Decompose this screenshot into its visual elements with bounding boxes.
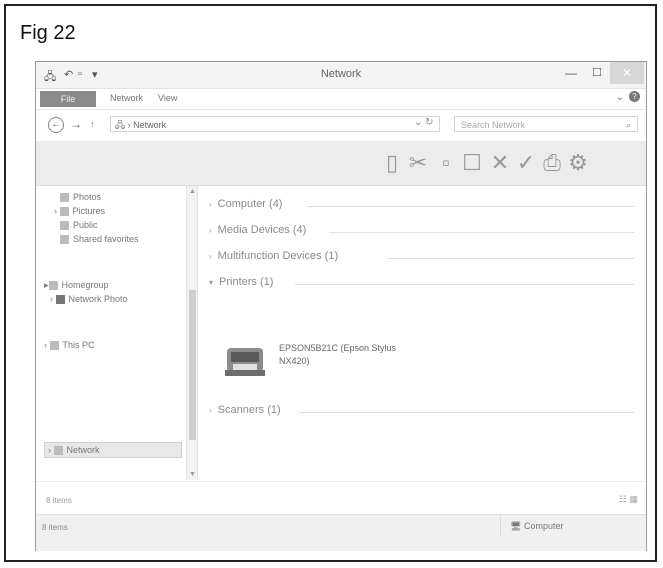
ribbon-tabs: File Network View ⌄ ? [36,89,646,110]
nav-item-pictures[interactable]: › Pictures [54,206,106,217]
nav-item-label: Shared favorites [73,234,139,244]
collapsed-arrow-icon: › [209,406,212,415]
address-bar[interactable]: 🖧 › Network [110,116,440,132]
nav-item-label: Network Photo [68,294,128,304]
group-label: Scanners (1) [217,404,281,416]
nav-item-public[interactable]: Public [60,220,98,231]
refresh-icon[interactable]: ⌄ ↻ [414,117,434,128]
item-count: 8 items [46,496,72,505]
group-scanners[interactable]: › Scanners (1) [209,404,281,416]
nav-item-shared-favorites[interactable]: Shared favorites [60,234,139,245]
group-label: Media Devices (4) [217,224,307,236]
figure-label: Fig 22 [20,22,76,44]
help-icon[interactable]: ? [629,91,640,102]
homegroup-icon [48,281,58,291]
navigation-pane: Photos › Pictures Public Shared favorite… [36,186,186,480]
nav-item-label: Network [66,445,100,455]
group-label: Computer (4) [217,198,283,210]
properties-icon[interactable]: ▯ [380,150,404,176]
nav-item-label: Photos [73,192,102,202]
scroll-thumb[interactable] [189,290,196,440]
group-label: Printers (1) [219,276,274,288]
group-multifunction-devices[interactable]: › Multifunction Devices (1) [209,250,338,262]
content-area: › Computer (4) › Media Devices (4) › Multif… [199,186,646,480]
computer-zone: 🖥 Computer [510,521,563,532]
maximize-button[interactable]: ☐ [586,62,608,84]
collapsed-arrow-icon: › [209,252,212,261]
print-icon[interactable]: ⎙ [540,150,564,176]
group-divider [295,284,634,285]
new-window-icon[interactable]: ☐ [460,150,484,176]
folder-icon [60,221,69,231]
printer-name-line1: EPSON5B21C (Epson Stylus [279,343,397,353]
group-divider [329,232,634,233]
collapsed-arrow-icon: › [209,226,212,235]
minimize-button[interactable]: — [558,62,584,84]
nav-item-label: Public [73,220,98,230]
search-input[interactable]: Search Network ⌕ [454,116,638,132]
network-photo-icon [55,295,65,305]
folder-icon [60,193,69,203]
close-button[interactable]: ✕ [610,62,644,84]
computer-zone-icon: 🖥 [510,521,522,531]
toolbar: ▯ ✂ ▫ ☐ ✕ ✓ ⎙ ⚙ [36,141,646,186]
printer-name[interactable]: EPSON5B21C (Epson Stylus NX420) [279,342,439,368]
address-row: ← → ↑ 🖧 › Network ⌄ ↻ Search Network ⌕ [36,110,646,140]
printer-name-line2: NX420) [279,356,310,366]
tab-network[interactable]: Network [110,93,143,103]
expand-ribbon-icon[interactable]: ⌄ [616,92,624,103]
nav-item-photos[interactable]: Photos [60,192,102,203]
status-bar: 8 items ☷ ▦ [36,481,646,514]
figure-frame: Fig 22 🖧 ↶ ▫ ▾ Network — ☐ ✕ File Networ… [4,4,657,562]
explorer-window: 🖧 ↶ ▫ ▾ Network — ☐ ✕ File Network View … [35,61,647,551]
nav-item-homegroup[interactable]: ▸ Homegroup [44,280,109,291]
breadcrumb-network[interactable]: Network [133,120,166,130]
computer-zone-label: Computer [523,521,564,531]
forward-button[interactable]: → [70,117,82,131]
group-printers[interactable]: ▾ Printers (1) [209,276,273,288]
tab-file[interactable]: File [40,91,96,107]
nav-item-this-pc[interactable]: › This PC [44,340,95,351]
group-divider [387,258,634,259]
printer-icon[interactable] [223,342,267,380]
nav-item-label: Homegroup [61,280,109,290]
group-label: Multifunction Devices (1) [217,250,339,262]
network-breadcrumb-icon: 🖧 [115,120,126,130]
search-placeholder: Search Network [461,120,526,130]
group-computer[interactable]: › Computer (4) [209,198,282,210]
folder-icon [60,235,69,245]
details-bar: 8 items 🖥 Computer [36,514,646,551]
cut-icon[interactable]: ✂ [406,150,430,176]
delete-icon[interactable]: ✕ [488,150,512,176]
nav-item-label: Pictures [72,206,106,216]
expanded-arrow-icon: ▾ [209,278,214,287]
computer-icon [49,341,59,351]
tab-view[interactable]: View [158,93,177,103]
network-icon [53,446,63,456]
folder-icon [59,207,69,217]
nav-item-network-photo[interactable]: › Network Photo [50,294,128,305]
checkmark-icon[interactable]: ✓ [514,150,538,176]
nav-item-network[interactable]: › Network [48,445,100,456]
nav-item-label: This PC [62,340,95,350]
group-divider [299,412,634,413]
copy-icon[interactable]: ▫ [434,150,458,176]
group-media-devices[interactable]: › Media Devices (4) [209,224,306,236]
details-item-count: 8 items [42,523,68,532]
view-toggle-icons[interactable]: ☷ ▦ [619,494,638,505]
group-divider [307,206,634,207]
scroll-down-icon[interactable]: ▼ [189,471,196,478]
nav-scrollbar[interactable]: ▲ ▼ [186,186,198,480]
title-bar: 🖧 ↶ ▫ ▾ Network — ☐ ✕ [36,62,646,89]
window-title: Network [320,68,362,80]
up-button[interactable]: ↑ [90,119,95,129]
scroll-up-icon[interactable]: ▲ [189,188,196,195]
collapsed-arrow-icon: › [209,200,212,209]
back-button[interactable]: ← [48,117,64,133]
settings-icon[interactable]: ⚙ [566,150,590,176]
search-icon[interactable]: ⌕ [626,117,631,133]
details-divider [500,515,501,537]
